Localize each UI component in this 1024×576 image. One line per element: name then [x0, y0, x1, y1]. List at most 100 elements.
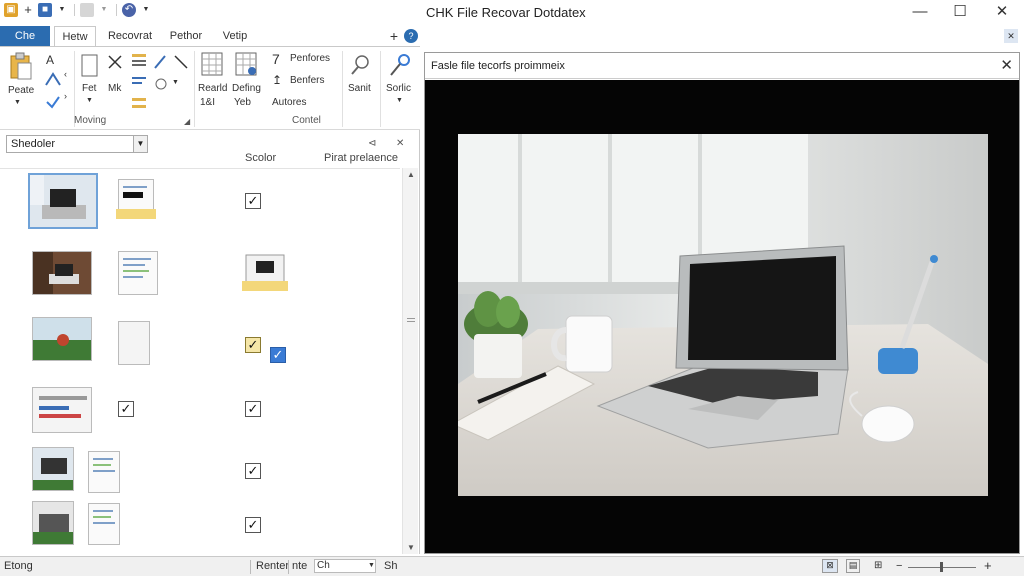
document-icon[interactable]	[80, 53, 100, 79]
preview-close-button[interactable]: ✕	[1000, 56, 1013, 74]
dropdown-icon[interactable]: ▼	[97, 3, 111, 17]
vertical-scrollbar[interactable]: ▲ ▼	[402, 168, 418, 554]
link-icon[interactable]	[152, 75, 170, 93]
tab-vetip[interactable]: Vetip	[214, 26, 256, 46]
paste-icon[interactable]	[8, 51, 34, 81]
dropdown-icon[interactable]: ▼	[172, 79, 179, 86]
seven-icon[interactable]: 7	[272, 51, 280, 67]
defing-label[interactable]: Defing	[232, 83, 261, 94]
align-icon[interactable]	[130, 73, 148, 91]
tab-recover[interactable]: Recovrat	[102, 26, 158, 46]
rearld-sublabel[interactable]: 1&I	[200, 97, 215, 108]
chevron-down-icon[interactable]: ▼	[133, 136, 147, 152]
check-icon[interactable]	[44, 93, 62, 111]
row-checkbox[interactable]: ✓	[118, 401, 134, 417]
penfores-label[interactable]: Penfores	[290, 53, 330, 64]
table-icon[interactable]	[200, 51, 224, 77]
undo-icon[interactable]: ↶	[122, 3, 136, 17]
document-icon[interactable]	[118, 179, 154, 213]
slash-icon[interactable]	[172, 53, 190, 71]
close-pane-icon[interactable]: ✕	[396, 138, 404, 149]
scroll-down-icon[interactable]: ▼	[406, 543, 416, 552]
fet-label[interactable]: Fet	[82, 83, 96, 94]
dropdown-icon[interactable]: ▼	[55, 3, 69, 17]
zoom-in-icon[interactable]: +	[984, 558, 992, 573]
row-checkbox[interactable]: ✓	[245, 337, 261, 353]
dropdown-icon[interactable]: ▼	[14, 99, 21, 106]
close-button[interactable]: ✕	[990, 2, 1014, 22]
paste-label[interactable]: Peate	[8, 85, 34, 96]
document-icon[interactable]	[88, 503, 120, 545]
row-checkbox[interactable]: ✓	[245, 463, 261, 479]
rearld-label[interactable]: Rearld	[198, 83, 227, 94]
group-launcher-icon[interactable]: ◢	[184, 117, 190, 126]
mk-label[interactable]: Mk	[108, 83, 121, 94]
document-icon[interactable]	[88, 451, 120, 493]
zoom-out-icon[interactable]: −	[896, 560, 902, 572]
file-thumbnail[interactable]	[28, 173, 98, 229]
sort-icon[interactable]	[130, 95, 148, 113]
benfers-label[interactable]: Benfers	[290, 75, 324, 86]
zoom-slider-thumb[interactable]	[940, 562, 943, 572]
status-renter[interactable]: Renter	[256, 560, 289, 572]
preview-pane: Fasle file tecorfs proimmeix ✕	[424, 52, 1020, 554]
scroll-up-icon[interactable]: ▲	[406, 170, 416, 179]
defing-sublabel[interactable]: Yeb	[234, 97, 251, 108]
search-icon[interactable]	[350, 53, 372, 77]
view-grid-icon[interactable]: ⊞	[874, 560, 882, 571]
ribbon-close-icon[interactable]: ✕	[1004, 29, 1018, 43]
view-layout-icon[interactable]: ▤	[846, 559, 860, 573]
maximize-button[interactable]: ☐	[948, 2, 972, 22]
arrow-icon[interactable]: ↥	[272, 73, 282, 87]
status-nte[interactable]: nte	[292, 560, 307, 572]
pen-icon[interactable]	[152, 53, 170, 71]
dropdown-icon[interactable]: ▼	[86, 97, 93, 104]
dropdown-icon[interactable]: ▼	[139, 3, 153, 17]
help-icon[interactable]: ?	[404, 29, 418, 43]
ribbon-tabs: Che Hetw Recovrat Pethor Vetip + ? ✕	[0, 26, 1024, 46]
row-checkbox[interactable]: ✓	[245, 401, 261, 417]
file-thumbnail[interactable]	[32, 447, 74, 491]
dropdown-icon[interactable]: ▼	[396, 97, 403, 104]
status-sh[interactable]: Sh	[384, 560, 397, 572]
chevron-down-icon[interactable]: ▼	[368, 562, 375, 569]
tab-home[interactable]: Hetw	[54, 26, 96, 46]
ribbon: Peate ▼ A ‹ › Fet ▼ Mk ▼ Moving ◢ Rearld…	[0, 46, 420, 130]
view-normal-icon[interactable]: ⊠	[822, 559, 838, 573]
row-checkbox[interactable]: ✓	[245, 193, 261, 209]
file-thumbnail[interactable]	[32, 501, 74, 545]
small-arrow-icon[interactable]: ›	[64, 91, 67, 101]
filter-dropdown[interactable]: Shedoler ▼	[6, 135, 148, 153]
file-thumbnail[interactable]	[32, 317, 92, 361]
minimize-button[interactable]: —	[908, 2, 932, 22]
filter-value: Shedoler	[11, 138, 56, 150]
save-icon[interactable]: ■	[38, 3, 52, 17]
row-checkbox[interactable]: ✓	[245, 517, 261, 533]
list-icon[interactable]	[130, 51, 148, 69]
status-ch-dropdown[interactable]: Ch	[314, 559, 376, 573]
new-icon[interactable]: +	[21, 3, 35, 17]
file-thumbnail[interactable]	[242, 251, 288, 291]
sorlic-label[interactable]: Sorlic	[386, 83, 411, 94]
grid-icon[interactable]	[234, 51, 258, 77]
format-icon[interactable]	[44, 71, 62, 89]
font-label[interactable]: A	[46, 53, 54, 67]
scroll-thumb[interactable]	[407, 318, 415, 322]
file-thumbnail[interactable]	[32, 387, 92, 433]
tab-pethor[interactable]: Pethor	[164, 26, 208, 46]
add-tab-icon[interactable]: +	[386, 26, 402, 46]
small-arrow-icon[interactable]: ‹	[64, 69, 67, 79]
pin-icon[interactable]: ⊲	[368, 138, 376, 149]
column-header-pirat[interactable]: Pirat prelaence	[324, 152, 398, 164]
autores-label[interactable]: Autores	[272, 97, 306, 108]
document-icon[interactable]	[118, 321, 150, 365]
file-thumbnail[interactable]	[32, 251, 92, 295]
row-checkbox-secondary[interactable]: ✓	[270, 347, 286, 363]
document-icon[interactable]	[118, 251, 158, 295]
print-icon[interactable]	[80, 3, 94, 17]
tab-file[interactable]: Che	[0, 26, 50, 46]
column-header-scolor[interactable]: Scolor	[245, 152, 276, 164]
sanit-label[interactable]: Sanit	[348, 83, 371, 94]
wrench-icon[interactable]	[388, 53, 412, 79]
cut-icon[interactable]	[106, 53, 124, 71]
